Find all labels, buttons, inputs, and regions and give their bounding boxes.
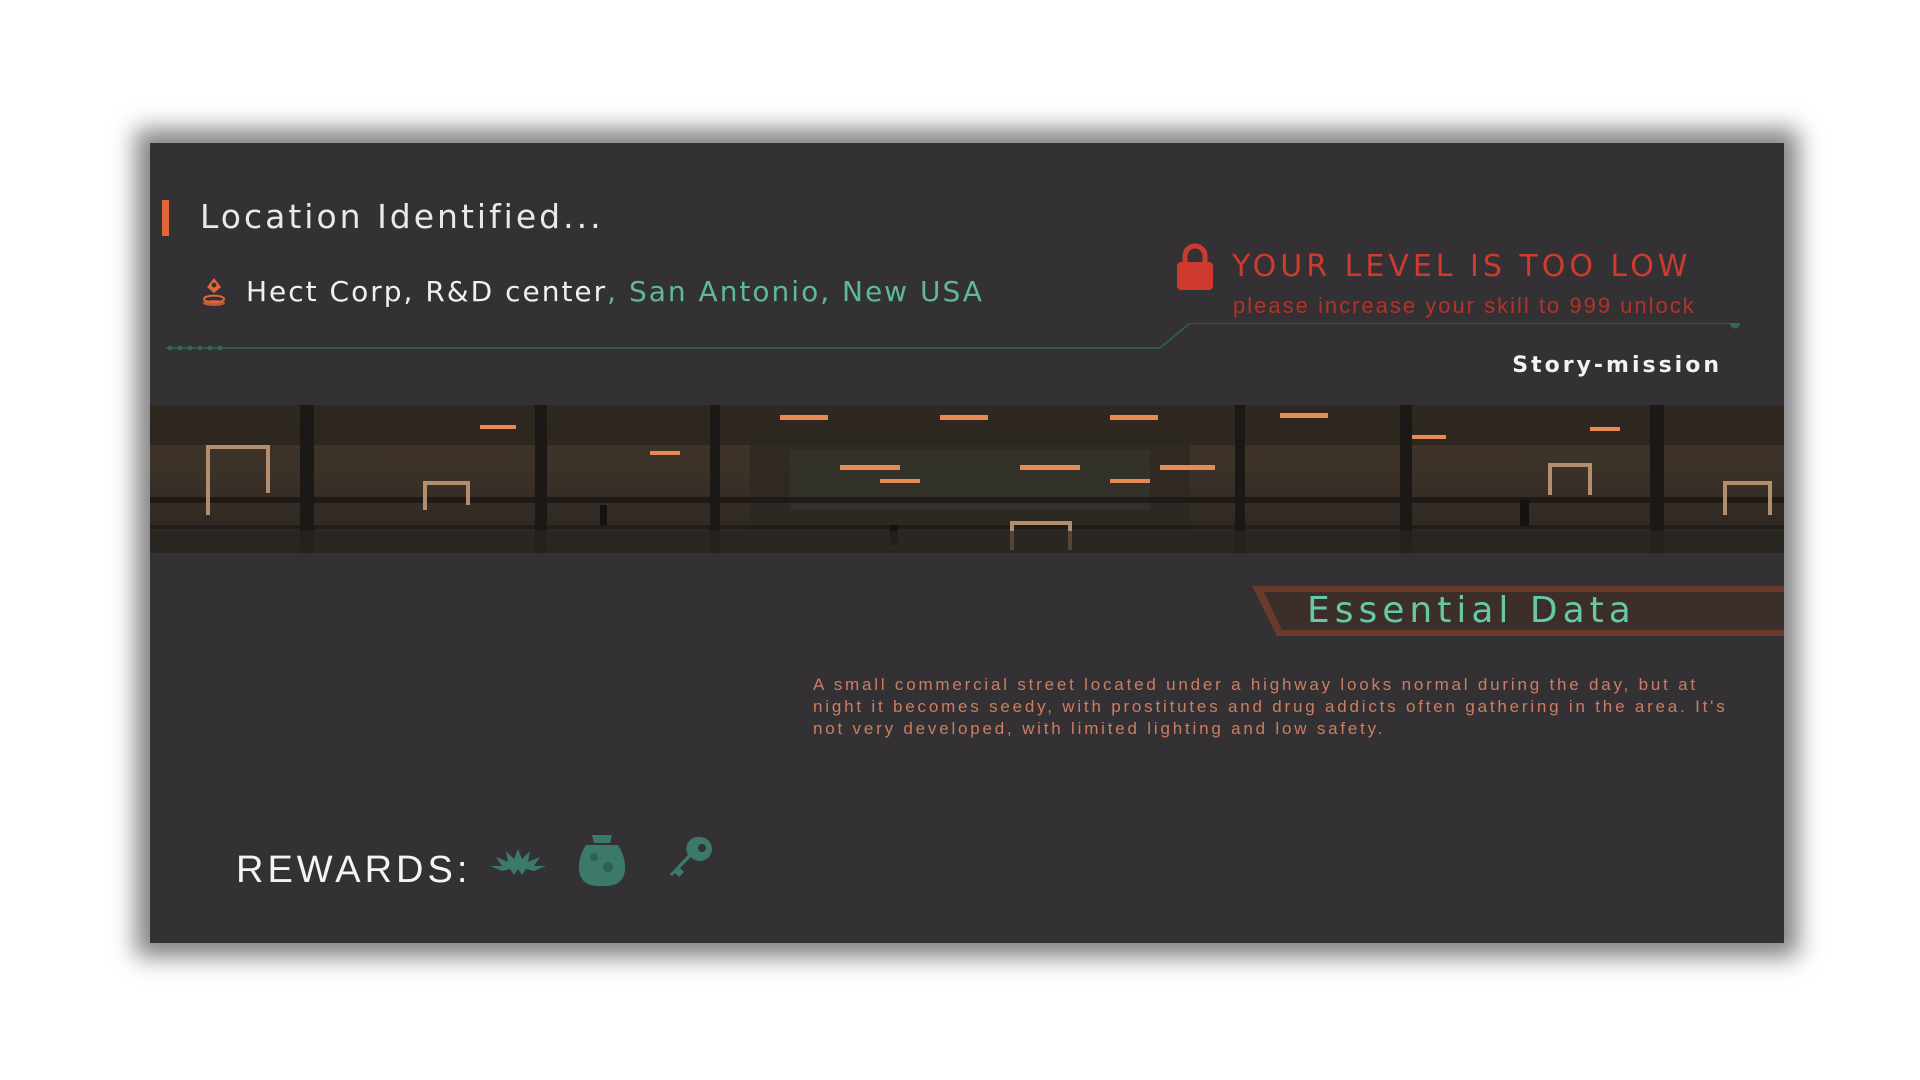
header-divider — [166, 323, 1740, 351]
mission-panel: Location Identified... Hect Corp, R&D ce… — [150, 143, 1784, 943]
lock-icon — [1177, 243, 1213, 290]
cannabis-leaf-icon[interactable] — [488, 845, 548, 881]
mission-type-label: Story-mission — [1512, 353, 1722, 378]
location-city: , San Antonio, New USA — [607, 275, 984, 308]
location-name: Hect Corp, R&D center — [246, 275, 608, 308]
location-description: A small commercial street located under … — [813, 675, 1728, 738]
title-accent-bar — [162, 200, 169, 236]
location-row: Hect Corp, R&D center, San Antonio, New … — [202, 275, 984, 308]
essential-data-title: Essential Data — [1307, 590, 1636, 631]
panel-title: Location Identified... — [200, 197, 604, 236]
rewards-label: REWARDS: — [236, 849, 472, 891]
location-banner-image — [150, 405, 1784, 553]
loot-bag-icon[interactable] — [576, 833, 628, 887]
essential-data-header: Essential Data — [1252, 586, 1784, 636]
level-warning-title: YOUR LEVEL IS TOO LOW — [1232, 249, 1692, 284]
key-icon[interactable] — [670, 835, 716, 883]
location-pin-icon — [203, 277, 225, 306]
level-warning-subtitle: please increase your skill to 999 unlock — [1233, 293, 1696, 318]
